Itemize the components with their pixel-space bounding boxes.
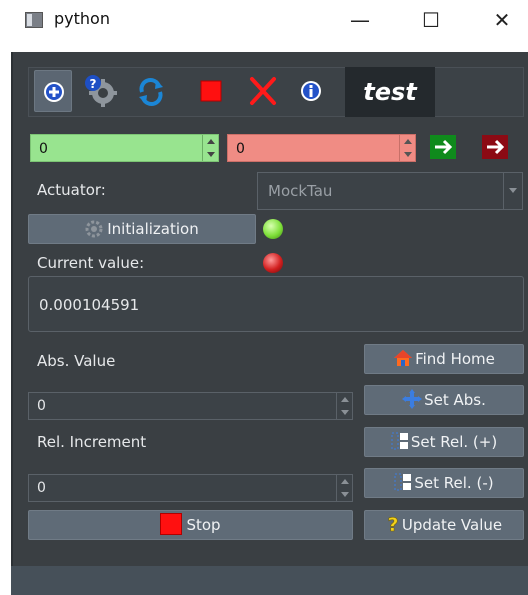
set-rel-plus-button[interactable]: Set Rel. (+) — [364, 427, 524, 457]
go-lower-button[interactable] — [428, 133, 458, 161]
current-value-display: 0.000104591 — [28, 276, 524, 332]
actuator-value: MockTau — [268, 182, 333, 200]
settings-help-icon: ? — [85, 75, 117, 107]
svg-text:?: ? — [90, 77, 97, 91]
set-abs-button[interactable]: Set Abs. — [364, 385, 524, 415]
set-rel-minus-button[interactable]: Set Rel. (-) — [364, 468, 524, 498]
abs-value-arrows[interactable] — [336, 393, 352, 419]
red-arrow-right-icon — [482, 135, 508, 159]
refresh-button[interactable] — [132, 70, 170, 112]
set-rel-plus-label: Set Rel. (+) — [410, 433, 498, 451]
rel-increment-spinbox[interactable]: 0 — [28, 474, 353, 502]
refresh-icon — [139, 78, 163, 106]
maximize-button[interactable]: ☐ — [411, 6, 451, 34]
lower-limit-value: 0 — [39, 141, 48, 157]
lower-limit-spinbox[interactable]: 0 — [30, 134, 219, 162]
add-icon — [44, 82, 64, 102]
stop-square-icon — [160, 513, 183, 535]
green-arrow-right-icon — [430, 135, 456, 159]
stop-square-icon — [200, 80, 222, 102]
set-rel-minus-label: Set Rel. (-) — [414, 474, 494, 492]
panel-edge — [11, 52, 13, 595]
svg-text:?: ? — [387, 514, 398, 534]
find-home-label: Find Home — [415, 350, 495, 368]
upper-limit-arrows[interactable] — [399, 135, 415, 161]
close-x-icon — [250, 77, 276, 105]
abs-value-spinbox[interactable]: 0 — [28, 392, 353, 420]
initialization-icon — [85, 219, 103, 238]
add-button[interactable] — [34, 70, 72, 112]
app-icon — [25, 12, 43, 28]
current-value-text: 0.000104591 — [39, 296, 140, 314]
set-abs-label: Set Abs. — [424, 391, 486, 409]
stop-button[interactable]: Stop — [28, 510, 353, 540]
move-cross-icon — [402, 389, 423, 409]
rel-increment-label: Rel. Increment — [37, 433, 147, 451]
actuator-label: Actuator: — [37, 181, 106, 199]
busy-status-led-red — [263, 253, 283, 273]
stop-toolbar-button[interactable] — [192, 70, 230, 112]
update-value-label: Update Value — [401, 516, 503, 534]
go-upper-button[interactable] — [480, 133, 510, 161]
actuator-combobox[interactable]: MockTau — [257, 172, 523, 210]
initialization-button[interactable]: Initialization — [28, 214, 256, 244]
home-icon — [393, 348, 413, 366]
rel-increment-field: 0 — [37, 480, 46, 496]
upper-limit-value: 0 — [236, 141, 245, 157]
info-button[interactable] — [292, 70, 330, 112]
info-icon — [301, 81, 321, 101]
rel-minus-icon — [394, 472, 412, 492]
stop-label: Stop — [186, 516, 221, 534]
minimize-button[interactable]: — — [340, 6, 380, 34]
lower-limit-arrows[interactable] — [202, 135, 218, 161]
status-bar — [11, 566, 528, 595]
abs-value-field: 0 — [37, 398, 46, 414]
rel-increment-arrows[interactable] — [336, 475, 352, 501]
close-button[interactable]: ✕ — [482, 6, 522, 34]
title-bar: python — ☐ ✕ — [0, 0, 528, 52]
update-value-button[interactable]: ? Update Value — [364, 510, 524, 540]
upper-limit-spinbox[interactable]: 0 — [227, 134, 416, 162]
window-title: python — [54, 9, 110, 28]
chevron-down-icon[interactable] — [503, 173, 522, 209]
tab-test[interactable]: test — [345, 67, 435, 117]
find-home-button[interactable]: Find Home — [364, 344, 524, 374]
initialization-label: Initialization — [107, 220, 199, 238]
settings-help-button[interactable]: ? — [82, 70, 120, 112]
rel-plus-icon — [391, 431, 409, 451]
abs-value-label: Abs. Value — [37, 352, 116, 370]
delete-button[interactable] — [244, 70, 282, 112]
question-icon: ? — [386, 514, 400, 537]
current-value-label: Current value: — [37, 254, 145, 272]
init-status-led-green — [263, 219, 283, 239]
